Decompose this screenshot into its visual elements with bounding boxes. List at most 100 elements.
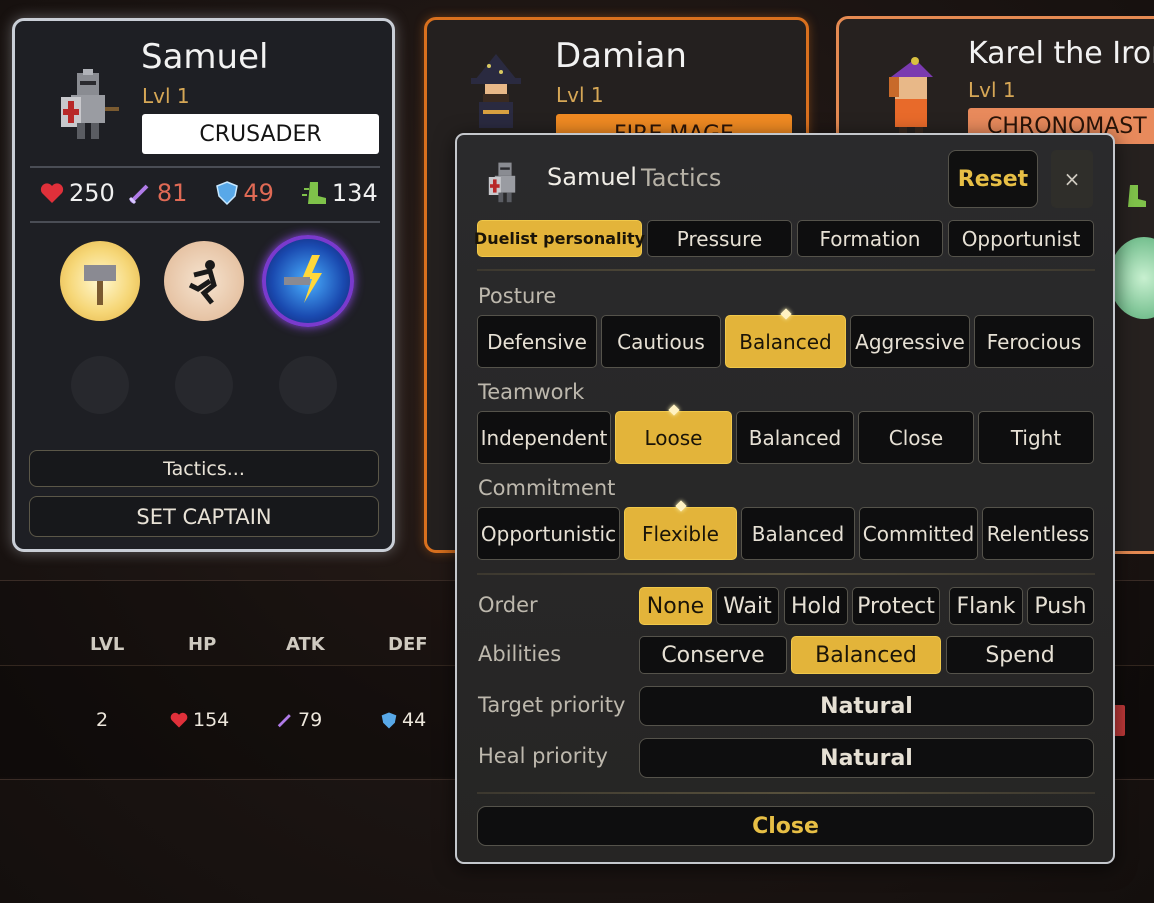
col-header-atk: ATK [286, 634, 325, 655]
star-ability-icon[interactable] [1109, 237, 1154, 319]
crusader-avatar [488, 162, 516, 203]
teamwork-label: Teamwork [478, 380, 585, 404]
divider [477, 792, 1095, 794]
boot-icon [1128, 185, 1146, 207]
set-captain-button[interactable]: SET CAPTAIN [29, 496, 379, 537]
posture-balanced-label: Balanced [739, 329, 832, 354]
divider [30, 221, 380, 223]
hero-card-samuel[interactable]: Samuel Lvl 1 CRUSADER 250 81 49 134 Tact… [12, 18, 395, 552]
teamwork-loose-label: Loose [644, 425, 703, 450]
empty-ability-slot[interactable] [279, 356, 337, 414]
preset-formation[interactable]: Formation [797, 220, 943, 257]
commitment-relentless[interactable]: Relentless [982, 507, 1094, 560]
col-header-hp: HP [188, 634, 217, 655]
divider [477, 269, 1095, 271]
tactics-title: Tactics [641, 164, 722, 192]
empty-ability-slot[interactable] [175, 356, 233, 414]
commitment-committed[interactable]: Committed [859, 507, 978, 560]
posture-defensive[interactable]: Defensive [477, 315, 597, 368]
hp-value: 250 [69, 179, 115, 207]
abilities-balanced[interactable]: Balanced [791, 636, 941, 674]
order-push[interactable]: Push [1027, 587, 1094, 625]
heart-icon [40, 183, 64, 203]
row-lvl: 2 [96, 709, 108, 731]
hero-level: Lvl 1 [142, 84, 190, 108]
row-def: 44 [380, 709, 426, 731]
chronomancer-avatar [889, 57, 933, 135]
target-priority-label: Target priority [478, 693, 626, 717]
spd-stat: 134 [301, 179, 378, 207]
atk-value: 79 [298, 709, 323, 731]
preset-opportunist[interactable]: Opportunist [948, 220, 1094, 257]
heal-priority-select[interactable]: Natural [639, 738, 1094, 778]
posture-cautious[interactable]: Cautious [601, 315, 721, 368]
preset-duelist[interactable]: Duelist personality [474, 220, 645, 257]
teamwork-close[interactable]: Close [858, 411, 974, 464]
abilities-spend[interactable]: Spend [946, 636, 1094, 674]
heal-priority-label: Heal priority [478, 744, 608, 768]
sprint-ability-icon[interactable] [164, 241, 244, 321]
commitment-balanced[interactable]: Balanced [741, 507, 855, 560]
commitment-flexible[interactable]: Flexible [624, 500, 737, 560]
shield-icon [216, 181, 239, 206]
posture-balanced[interactable]: Balanced [725, 308, 846, 368]
close-icon[interactable]: × [1051, 150, 1093, 208]
atk-value: 81 [156, 179, 188, 207]
posture-ferocious[interactable]: Ferocious [974, 315, 1094, 368]
order-protect[interactable]: Protect [852, 587, 940, 625]
divider [30, 166, 380, 168]
posture-label: Posture [478, 284, 557, 308]
divider [477, 573, 1095, 575]
def-value: 44 [402, 709, 427, 731]
teamwork-loose[interactable]: Loose [615, 404, 732, 464]
hero-name: Samuel [141, 37, 269, 77]
tactics-dialog: Samuel Tactics Reset × Duelist personali… [455, 133, 1115, 864]
abilities-label: Abilities [478, 642, 562, 666]
def-value: 49 [243, 179, 274, 207]
boot-icon [301, 182, 326, 204]
empty-ability-slot[interactable] [71, 356, 129, 414]
tactics-button[interactable]: Tactics... [29, 450, 379, 487]
hero-class-badge: CRUSADER [142, 114, 379, 154]
row-atk: 79 [276, 709, 322, 731]
col-header-def: DEF [388, 634, 428, 655]
target-priority-select[interactable]: Natural [639, 686, 1094, 726]
tactics-hero-name: Samuel [547, 163, 637, 191]
crusader-avatar [61, 69, 119, 139]
order-none[interactable]: None [639, 587, 712, 625]
col-header-lvl: LVL [90, 634, 125, 655]
hero-name: Damian [555, 36, 687, 76]
order-label: Order [478, 593, 538, 617]
atk-stat: 81 [127, 179, 188, 207]
hero-level: Lvl 1 [556, 83, 604, 107]
commitment-flexible-label: Flexible [642, 521, 719, 546]
lightning-hammer-ability-icon[interactable] [262, 235, 354, 327]
abilities-conserve[interactable]: Conserve [639, 636, 787, 674]
fire-mage-avatar [471, 54, 521, 128]
teamwork-independent[interactable]: Independent [477, 411, 611, 464]
hero-name: Karel the Ironv [968, 36, 1154, 71]
hp-stat: 250 [39, 179, 115, 207]
heart-icon [170, 712, 188, 728]
teamwork-tight[interactable]: Tight [978, 411, 1094, 464]
order-wait[interactable]: Wait [716, 587, 779, 625]
posture-aggressive[interactable]: Aggressive [850, 315, 970, 368]
shield-icon [381, 711, 397, 729]
close-button[interactable]: Close [477, 806, 1094, 846]
reset-button[interactable]: Reset [948, 150, 1038, 208]
order-flank[interactable]: Flank [949, 587, 1023, 625]
teamwork-balanced[interactable]: Balanced [736, 411, 854, 464]
hero-stats: 250 81 49 134 [39, 179, 378, 207]
def-stat: 49 [215, 179, 274, 207]
preset-pressure[interactable]: Pressure [647, 220, 792, 257]
commitment-opportunistic[interactable]: Opportunistic [477, 507, 620, 560]
commitment-label: Commitment [478, 476, 616, 500]
sword-icon [277, 714, 291, 728]
sword-icon [128, 184, 149, 205]
hp-value: 154 [193, 709, 230, 731]
hero-level: Lvl 1 [968, 78, 1016, 102]
spd-value: 134 [331, 179, 378, 207]
hammer-ability-icon[interactable] [60, 241, 140, 321]
order-hold[interactable]: Hold [784, 587, 848, 625]
lvl-value: 2 [96, 709, 109, 731]
